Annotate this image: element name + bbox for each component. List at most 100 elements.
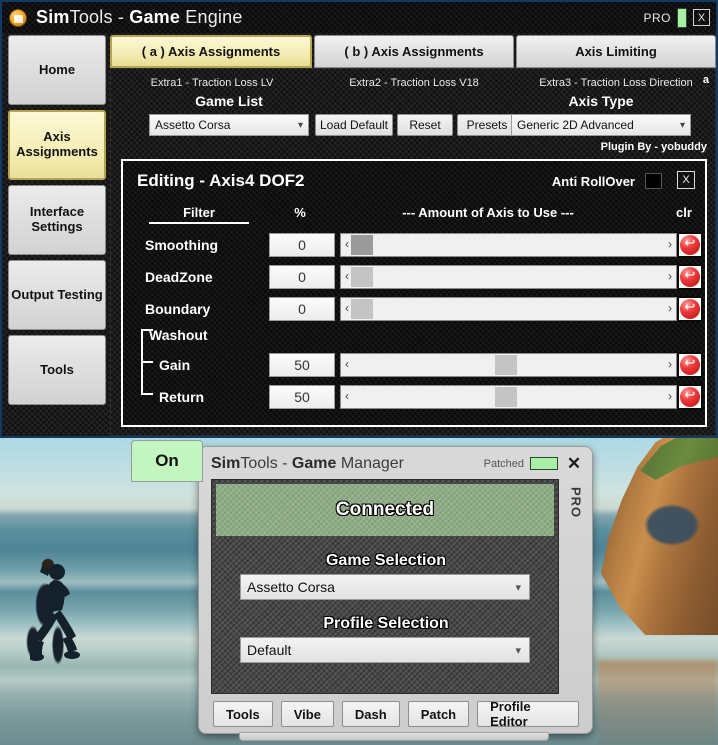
pro-badge: PRO xyxy=(643,10,671,25)
profile-editor-button[interactable]: Profile Editor xyxy=(477,699,579,729)
sidebar-item-home[interactable]: Home xyxy=(8,35,106,105)
extra2-label: Extra2 - Traction Loss V18 xyxy=(349,77,479,89)
patch-button[interactable]: Patch xyxy=(407,701,470,727)
slider-gain[interactable]: ‹ › xyxy=(340,353,677,377)
slider-right-arrow-icon[interactable]: › xyxy=(668,237,672,251)
value-boundary[interactable]: 0 xyxy=(269,297,335,321)
title-part-sim: Sim xyxy=(36,7,70,27)
connection-status-banner: Connected xyxy=(216,484,554,536)
game-manager-close-button[interactable]: ✕ xyxy=(562,451,586,476)
slider-thumb[interactable] xyxy=(351,299,374,319)
sidebar-item-interface-settings[interactable]: Interface Settings xyxy=(8,185,106,255)
slider-deadzone[interactable]: ‹ › xyxy=(340,265,677,289)
reset-arrow-icon xyxy=(680,233,700,255)
slider-thumb[interactable] xyxy=(351,235,374,255)
simtools-logo-icon xyxy=(9,8,27,27)
sidebar-item-axis-assignments[interactable]: Axis Assignments xyxy=(8,110,106,180)
label-smoothing: Smoothing xyxy=(145,237,219,253)
toolbar-headings: Game List Axis Type xyxy=(111,93,716,111)
game-manager-window: On SimTools - Game Manager Patched ✕ PRO… xyxy=(131,440,593,741)
slider-thumb[interactable] xyxy=(495,355,518,375)
reset-button[interactable]: Reset xyxy=(397,114,453,136)
slider-left-arrow-icon[interactable]: ‹ xyxy=(345,301,349,315)
slider-boundary[interactable]: ‹ › xyxy=(340,297,677,321)
vibe-button[interactable]: Vibe xyxy=(280,701,334,727)
chevron-down-icon: ▾ xyxy=(679,119,685,131)
tab-b-axis-assignments[interactable]: ( b ) Axis Assignments xyxy=(314,35,514,68)
sidebar-item-tools[interactable]: Tools xyxy=(8,335,106,405)
slider-left-arrow-icon[interactable]: ‹ xyxy=(345,269,349,283)
dash-button[interactable]: Dash xyxy=(341,701,400,727)
load-default-button[interactable]: Load Default xyxy=(315,114,393,136)
sidebar: Home Axis Assignments Interface Settings… xyxy=(8,35,106,405)
slider-right-arrow-icon[interactable]: › xyxy=(668,269,672,283)
game-manager-pro-label: PRO xyxy=(568,487,584,519)
slider-left-arrow-icon[interactable]: ‹ xyxy=(345,357,349,371)
sidebar-item-output-testing[interactable]: Output Testing xyxy=(8,260,106,330)
anti-rollover-checkbox[interactable] xyxy=(645,173,662,189)
game-manager-pro-strip: PRO xyxy=(563,481,589,721)
game-engine-window: SimTools - Game Engine PRO X Home Axis A… xyxy=(0,0,718,438)
reset-arrow-icon xyxy=(680,297,700,319)
patched-status-lamp xyxy=(530,457,558,470)
game-manager-button-bar: Tools Vibe Dash Patch Profile Editor xyxy=(213,699,579,729)
profile-selection-heading: Profile Selection xyxy=(323,615,449,632)
slider-return[interactable]: ‹ › xyxy=(340,385,677,409)
clear-smoothing-button[interactable] xyxy=(677,232,703,258)
game-selection-heading: Game Selection xyxy=(325,552,447,569)
label-return: Return xyxy=(159,389,205,405)
slider-thumb[interactable] xyxy=(351,267,374,287)
clear-gain-button[interactable] xyxy=(677,352,703,378)
reset-arrow-icon xyxy=(680,385,700,407)
slider-right-arrow-icon[interactable]: › xyxy=(668,357,672,371)
filter-row-deadzone: DeadZone 0 ‹ › xyxy=(123,263,705,291)
plugin-author-label: Plugin By - yobuddy xyxy=(600,141,707,153)
presets-button[interactable]: Presets xyxy=(457,114,517,136)
anti-rollover-label: Anti RollOver xyxy=(551,174,635,189)
value-gain[interactable]: 50 xyxy=(269,353,335,377)
on-toggle-button[interactable]: On xyxy=(131,440,203,482)
slider-right-arrow-icon[interactable]: › xyxy=(668,389,672,403)
wallpaper-runner-silhouette xyxy=(30,564,80,661)
value-deadzone[interactable]: 0 xyxy=(269,265,335,289)
game-selection-value: Assetto Corsa xyxy=(247,579,335,595)
profile-selection-value: Default xyxy=(247,642,292,658)
title-part-tools: Tools - xyxy=(69,7,130,27)
game-list-heading: Game List xyxy=(195,93,263,109)
editing-panel-title: Editing - Axis4 DOF2 xyxy=(137,171,305,190)
game-selection-select[interactable]: Assetto Corsa ▾ xyxy=(240,574,530,600)
filter-row-smoothing: Smoothing 0 ‹ › xyxy=(123,231,705,259)
clear-deadzone-button[interactable] xyxy=(677,264,703,290)
tab-a-axis-assignments[interactable]: ( a ) Axis Assignments xyxy=(110,35,312,68)
axis-type-heading: Axis Type xyxy=(568,93,634,109)
tab-bar: ( a ) Axis Assignments ( b ) Axis Assign… xyxy=(110,35,716,68)
slider-left-arrow-icon[interactable]: ‹ xyxy=(345,389,349,403)
washout-group-label: Washout xyxy=(149,327,208,343)
clear-boundary-button[interactable] xyxy=(677,296,703,322)
axis-assignments-panel: Extra1 - Traction Loss LV Extra2 - Tract… xyxy=(110,68,716,436)
profile-selection-select[interactable]: Default ▾ xyxy=(240,637,530,663)
clear-return-button[interactable] xyxy=(677,384,703,410)
axis-type-select[interactable]: Generic 2D Advanced ▾ xyxy=(511,114,691,136)
gm-title-part-sim: Sim xyxy=(211,454,241,472)
tab-axis-limiting[interactable]: Axis Limiting xyxy=(516,35,716,68)
slider-thumb[interactable] xyxy=(495,387,518,407)
window-resize-strip[interactable] xyxy=(239,732,549,741)
slider-left-arrow-icon[interactable]: ‹ xyxy=(345,237,349,251)
value-return[interactable]: 50 xyxy=(269,385,335,409)
label-boundary: Boundary xyxy=(145,301,211,317)
wallpaper-cliff-reflection xyxy=(598,660,718,745)
game-list-select[interactable]: Assetto Corsa ▾ xyxy=(149,114,309,136)
value-smoothing[interactable]: 0 xyxy=(269,233,335,257)
reset-arrow-icon xyxy=(680,353,700,375)
label-gain: Gain xyxy=(159,357,191,373)
slider-right-arrow-icon[interactable]: › xyxy=(668,301,672,315)
engine-close-button[interactable]: X xyxy=(693,9,710,26)
header-amount-of-axis: --- Amount of Axis to Use --- xyxy=(402,205,574,220)
editing-panel-close-button[interactable]: X xyxy=(677,171,695,189)
header-percent: % xyxy=(294,205,306,220)
tools-button[interactable]: Tools xyxy=(213,701,273,727)
patched-label: Patched xyxy=(483,457,524,470)
slider-smoothing[interactable]: ‹ › xyxy=(340,233,677,257)
filter-row-gain: Gain 50 ‹ › xyxy=(123,351,705,379)
